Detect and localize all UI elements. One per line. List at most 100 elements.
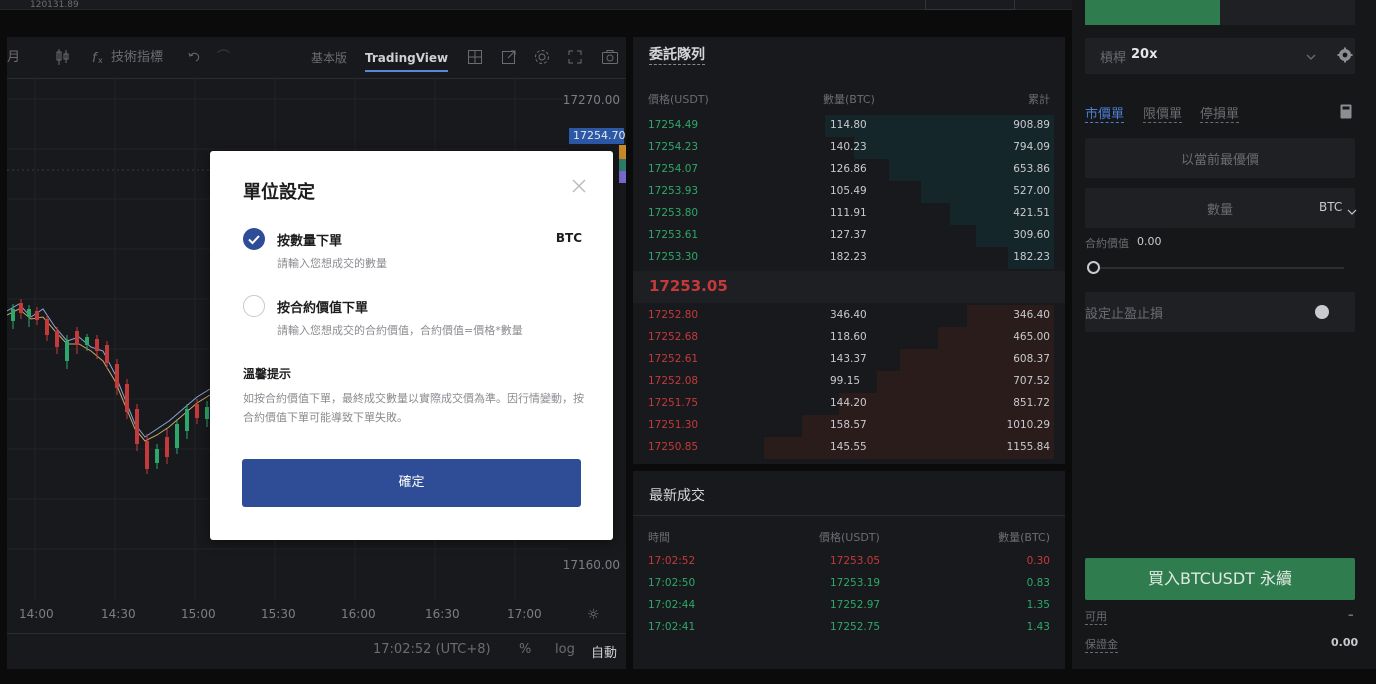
ma-tag-teal [619, 159, 626, 171]
header-price: 價格(USDT) [819, 531, 880, 544]
ask-row[interactable]: 17254.23 140.23 794.09 [633, 137, 1065, 159]
ma-tag-purple [619, 171, 626, 183]
bid-row[interactable]: 17252.80 346.40 346.40 [633, 305, 1065, 327]
ask-total: 794.09 [1013, 141, 1050, 153]
ask-total: 182.23 [1013, 251, 1050, 263]
trade-price: 17253.05 [830, 555, 881, 567]
trade-row: 17:02:52 17253.05 0.30 [633, 551, 1065, 573]
option-qty-label: 按數量下單 [277, 234, 343, 249]
camera-icon[interactable] [601, 48, 619, 73]
buy-tab[interactable] [1085, 0, 1220, 25]
ask-row[interactable]: 17254.07 126.86 653.86 [633, 159, 1065, 181]
period-partial[interactable]: 月 [7, 48, 20, 68]
candlestick-icon[interactable] [55, 48, 71, 73]
order-type-stop[interactable]: 停損單 [1200, 103, 1240, 123]
ask-price: 17254.07 [648, 163, 699, 175]
log-toggle[interactable]: log [555, 642, 575, 657]
margin-label: 保證金 [1085, 638, 1118, 653]
unit-chevron-down-icon[interactable] [1347, 202, 1357, 221]
tab-basic[interactable]: 基本版 [311, 48, 347, 68]
radio-checked-icon[interactable] [243, 228, 265, 250]
layout-grid-icon[interactable] [467, 48, 483, 73]
top-input-box[interactable] [925, 0, 1015, 10]
ma-tag-orange [619, 145, 626, 159]
price-axis-label: 17270.00 [562, 93, 620, 107]
bid-qty: 99.15 [830, 375, 861, 387]
panel-gear-icon[interactable] [1337, 47, 1353, 67]
sell-tab[interactable] [1220, 0, 1355, 25]
export-icon[interactable] [501, 48, 517, 73]
quantity-unit[interactable]: BTC [1319, 200, 1342, 214]
confirm-button[interactable]: 確定 [242, 459, 581, 507]
leverage-value: 20x [1131, 47, 1158, 62]
bid-qty: 145.55 [830, 441, 867, 453]
settings-gear-icon[interactable] [533, 48, 551, 73]
close-icon[interactable] [570, 177, 588, 195]
ask-qty: 127.37 [830, 229, 867, 241]
mid-price: 17253.05 [649, 277, 728, 295]
indicators-button[interactable]: 技術指標 [111, 48, 163, 68]
option-by-contract-value[interactable]: 按合約價值下單 請輸入您想成交的合約價值，合約價值=價格*數量 [243, 295, 588, 343]
dialog-title: 單位設定 [243, 182, 315, 203]
chart-clock: 17:02:52 (UTC+8) [373, 642, 491, 657]
bid-row[interactable]: 17251.75 144.20 851.72 [633, 393, 1065, 415]
trade-price: 17252.97 [830, 599, 881, 611]
ask-row[interactable]: 17253.30 182.23 182.23 [633, 247, 1065, 269]
bid-row[interactable]: 17252.08 99.15 707.52 [633, 371, 1065, 393]
ask-qty: 111.91 [830, 207, 867, 219]
bid-row[interactable]: 17252.61 143.37 608.37 [633, 349, 1065, 371]
ask-row[interactable]: 17253.80 111.91 421.51 [633, 203, 1065, 225]
available-label: 可用 [1085, 610, 1107, 625]
radio-unchecked-icon[interactable] [243, 295, 265, 317]
ask-row[interactable]: 17253.93 105.49 527.00 [633, 181, 1065, 203]
bid-price: 17251.30 [648, 419, 699, 431]
bid-total: 346.40 [1013, 309, 1050, 321]
time-axis-label: 15:00 [181, 607, 216, 621]
bid-price: 17251.75 [648, 397, 699, 409]
trade-qty: 0.83 [1026, 577, 1050, 589]
tab-tradingview[interactable]: TradingView [365, 48, 449, 72]
percent-toggle[interactable]: % [519, 642, 531, 657]
auto-toggle[interactable]: 自動 [591, 642, 617, 661]
market-price-field[interactable]: 以當前最優價 [1085, 138, 1355, 178]
bid-qty: 158.57 [830, 419, 867, 431]
trade-qty: 1.43 [1026, 621, 1050, 633]
quantity-slider-handle[interactable] [1087, 261, 1100, 274]
svg-text:x: x [98, 56, 103, 65]
fullscreen-icon[interactable] [567, 48, 583, 73]
order-type-limit[interactable]: 限價單 [1143, 103, 1183, 123]
order-type-market[interactable]: 市價單 [1085, 103, 1125, 123]
buy-button[interactable]: 買入BTCUSDT 永續 [1085, 558, 1355, 600]
ask-row[interactable]: 17253.61 127.37 309.60 [633, 225, 1065, 247]
quantity-field[interactable]: 數量 BTC [1085, 188, 1357, 228]
option-qty-hint: 請輸入您想成交的數量 [277, 257, 387, 270]
bid-row[interactable]: 17250.85 145.55 1155.84 [633, 437, 1065, 459]
orderbook-title[interactable]: 委託隊列 [649, 46, 705, 65]
trade-row: 17:02:44 17252.97 1.35 [633, 595, 1065, 617]
calculator-icon[interactable] [1340, 104, 1352, 123]
redo-icon[interactable]: ⌒ [217, 48, 230, 68]
bid-row[interactable]: 17251.30 158.57 1010.29 [633, 415, 1065, 437]
trade-row: 17:02:50 17253.19 0.83 [633, 573, 1065, 595]
option-value-hint: 請輸入您想成交的合約價值，合約價值=價格*數量 [277, 324, 523, 337]
axis-settings-icon[interactable]: ☼ [587, 607, 600, 623]
trade-price: 17253.19 [830, 577, 881, 589]
undo-icon[interactable] [187, 48, 201, 73]
bid-total: 707.52 [1013, 375, 1050, 387]
leverage-label: 槓桿 [1100, 51, 1127, 66]
leverage-select[interactable]: 槓桿 20x [1085, 38, 1355, 74]
ask-row[interactable]: 17254.49 114.80 908.89 [633, 115, 1065, 137]
time-axis-label: 17:00 [507, 607, 542, 621]
bid-row[interactable]: 17252.68 118.60 465.00 [633, 327, 1065, 349]
ask-price: 17254.49 [648, 119, 699, 131]
indicator-fx-icon[interactable]: fx [91, 48, 107, 73]
tpsl-toggle[interactable] [1315, 305, 1329, 319]
ask-qty: 126.86 [830, 163, 867, 175]
bid-price: 17252.80 [648, 309, 699, 321]
last-price-tag: 17254.70 [569, 128, 626, 144]
option-by-quantity[interactable]: 按數量下單 請輸入您想成交的數量 BTC [243, 228, 588, 276]
ask-total: 421.51 [1013, 207, 1050, 219]
quantity-slider-track[interactable] [1096, 267, 1344, 269]
bottom-strip [0, 669, 1376, 684]
ask-price: 17253.61 [648, 229, 699, 241]
